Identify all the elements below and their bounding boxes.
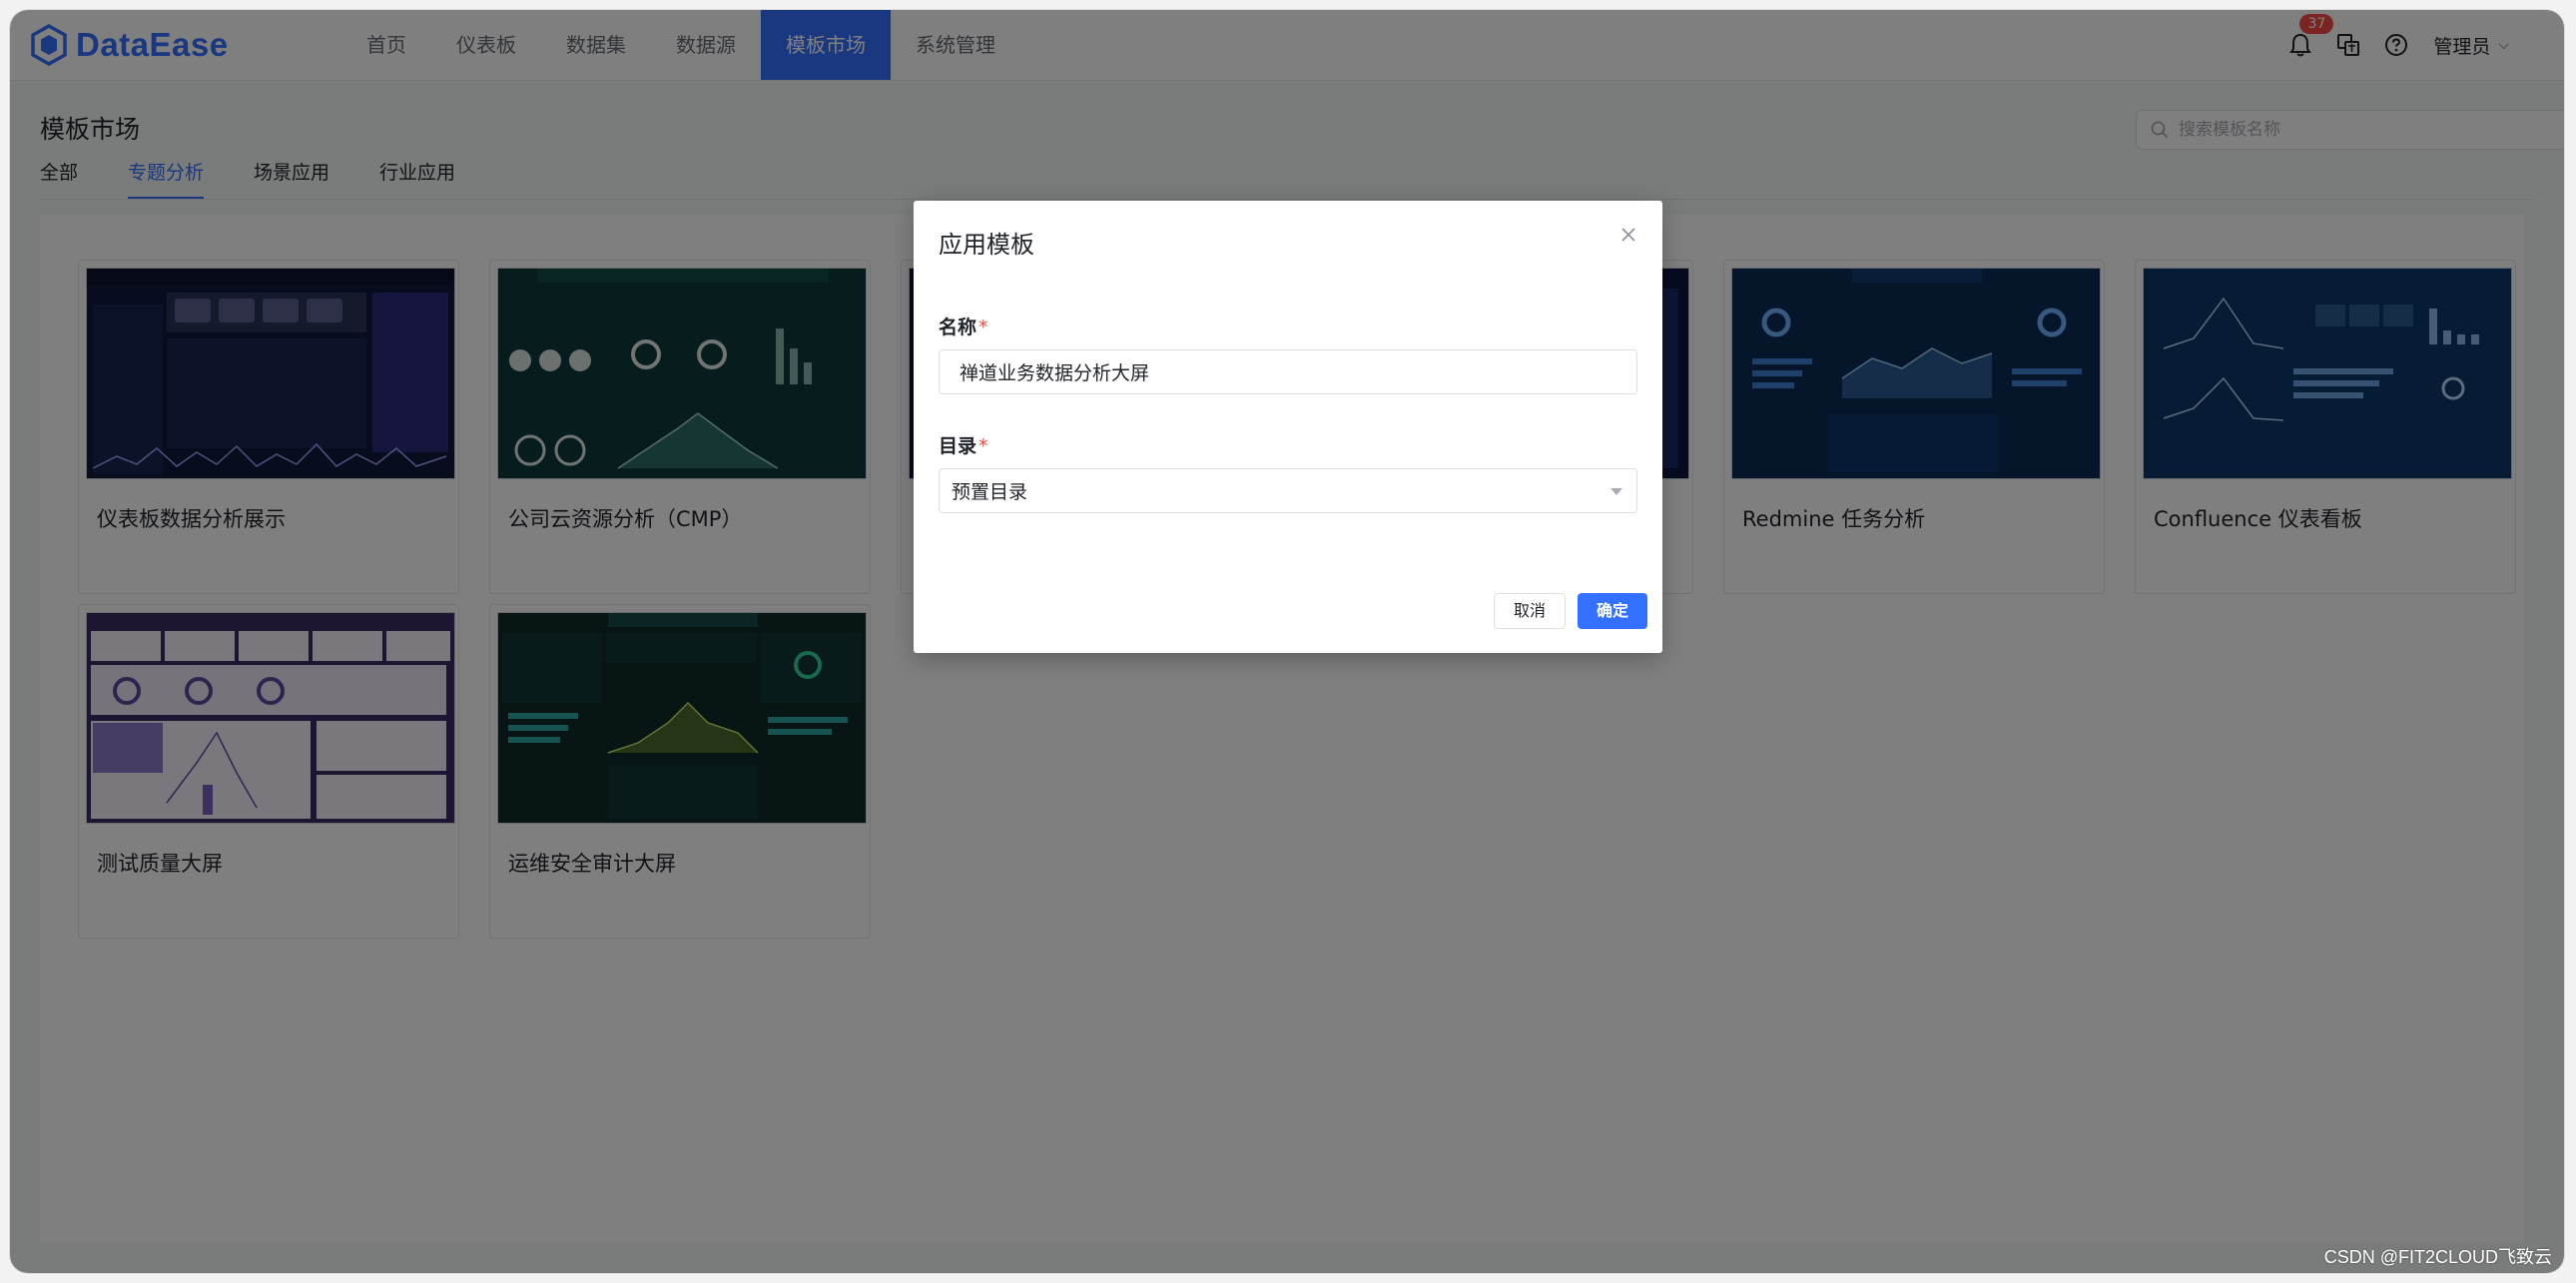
- name-input-box[interactable]: [939, 349, 1637, 394]
- name-field-label: 名称 *: [939, 317, 988, 338]
- confirm-button[interactable]: 确定: [1578, 593, 1647, 629]
- dialog-title: 应用模板: [939, 231, 1034, 259]
- name-input[interactable]: [958, 359, 1601, 384]
- cancel-button[interactable]: 取消: [1494, 593, 1566, 629]
- close-icon[interactable]: [1618, 225, 1638, 245]
- directory-select[interactable]: 预置目录: [939, 468, 1637, 513]
- directory-field-label: 目录 *: [939, 435, 988, 457]
- apply-template-dialog: 应用模板 名称* 目录* 预置目录 取消 确定: [914, 201, 1662, 653]
- app-window: DataEase 首页 仪表板 数据集 数据源 模板市场 系统管理 37: [10, 10, 2564, 1273]
- required-mark: *: [978, 317, 988, 338]
- required-mark: *: [978, 435, 988, 457]
- dropdown-arrow-icon: [1610, 488, 1622, 495]
- watermark: CSDN @FIT2CLOUD飞致云: [2323, 1247, 2552, 1267]
- directory-selected-value: 预置目录: [952, 481, 1028, 503]
